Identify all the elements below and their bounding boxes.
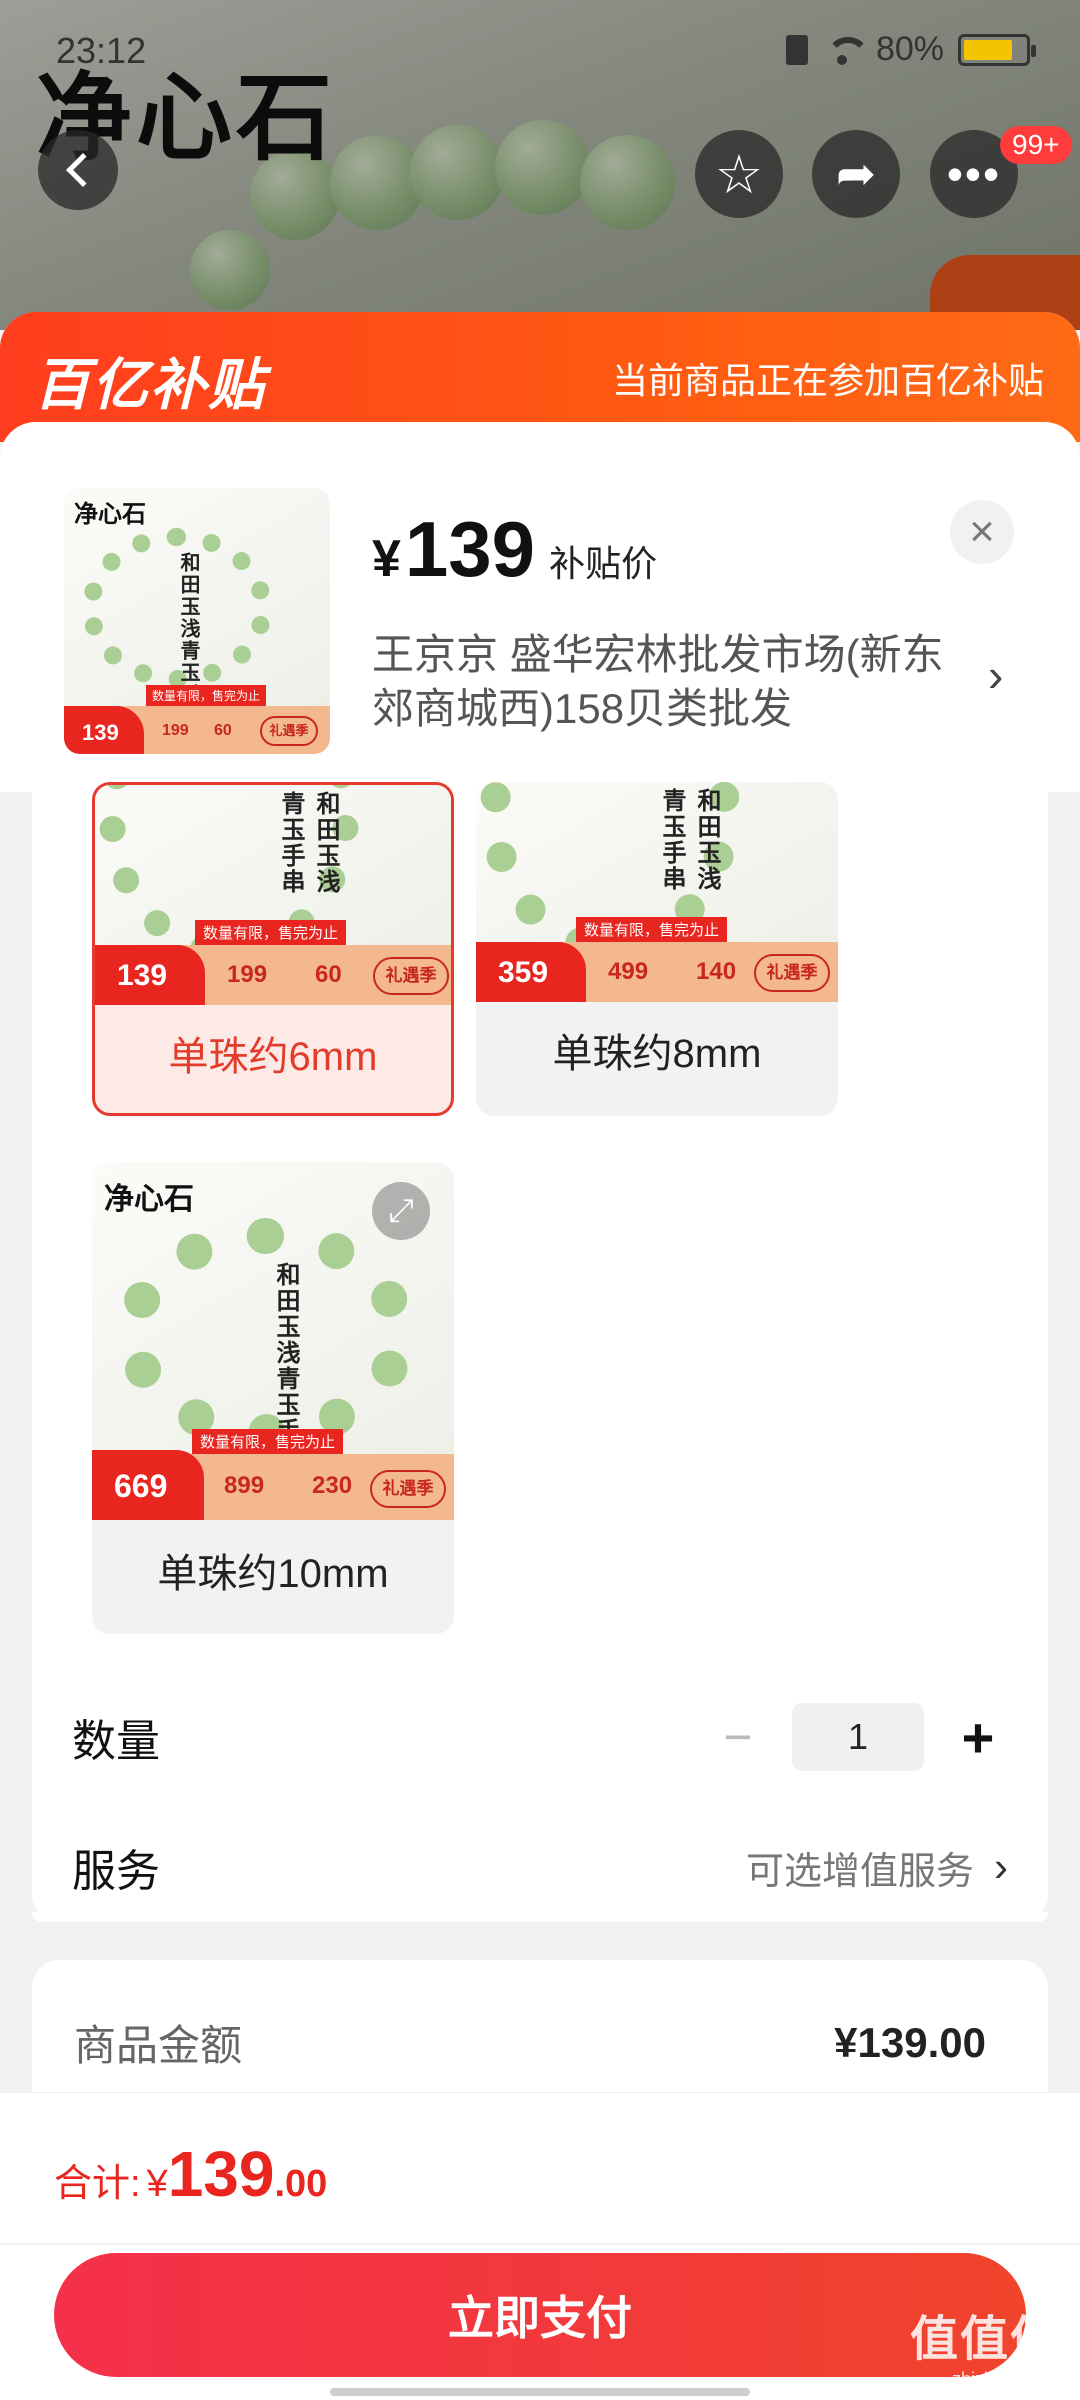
image-gift-tag: 礼遇季 — [373, 957, 449, 995]
watermark-url: zhizhizhi.com — [951, 2369, 1060, 2389]
image-price: 139 — [64, 706, 144, 754]
status-time: 23:12 — [56, 30, 147, 71]
shipping-address[interactable]: 王京京 盛华宏林批发市场(新东郊商城西)158贝类批发 — [372, 628, 972, 736]
image-brand-logo: 净心石 — [74, 499, 146, 528]
image-brand-logo: 净心石 — [104, 1182, 194, 1217]
status-icons: 80% — [785, 30, 1036, 69]
image-price: 139 — [95, 945, 205, 1005]
subsidy-banner-text: 当前商品正在参加百亿补贴 — [611, 360, 1044, 401]
share-button[interactable]: ➦ — [812, 130, 900, 218]
quantity-row: 数量 − 1 + — [72, 1692, 1008, 1782]
bracelet-graphic — [116, 1218, 416, 1450]
star-icon: ☆ — [714, 144, 764, 205]
image-title: 和田玉浅青玉手串 — [658, 788, 720, 892]
close-icon: × — [969, 507, 995, 556]
home-indicator[interactable] — [330, 2388, 750, 2396]
image-gift-tag: 礼遇季 — [260, 716, 318, 746]
share-icon: ➦ — [835, 148, 877, 201]
option-image: 净心石 和田玉浅青玉手串 数量有限，售完为止 669 899 230 礼遇季 ⤢ — [92, 1162, 454, 1520]
product-image: 净心石 和田玉浅青玉手串 数量有限，售完为止 139 199 60 礼遇季 — [64, 488, 330, 754]
service-selector[interactable]: 可选增值服务 › — [746, 1840, 1008, 1895]
image-price: 359 — [476, 942, 586, 1002]
total-decimal: .00 — [274, 2163, 328, 2205]
image-saving: 60 — [214, 722, 232, 739]
image-saving: 60 — [315, 961, 342, 988]
subsidy-logo: 百亿补贴 — [34, 353, 266, 416]
back-button[interactable] — [38, 130, 118, 210]
total-price: 合计: ¥ 139 .00 — [54, 2137, 327, 2211]
option-label: 单珠约6mm — [168, 1035, 378, 1079]
price-symbol: ¥ — [372, 530, 401, 588]
total-label: 合计: — [54, 2163, 141, 2205]
service-label: 服务 — [72, 1847, 160, 1896]
price-row: ¥ 139 补贴价 — [372, 504, 657, 595]
decrement-button[interactable]: − — [708, 1708, 768, 1766]
wifi-icon — [822, 35, 870, 65]
option-label: 单珠约10mm — [157, 1552, 389, 1596]
option-image: 和田玉浅青玉手串 数量有限，售完为止 139 199 60 礼遇季 — [95, 785, 451, 1005]
option-label: 单珠约8mm — [552, 1032, 762, 1076]
pay-now-button[interactable]: 立即支付 — [54, 2253, 1026, 2377]
image-daily-price: 199 — [227, 961, 268, 988]
image-gift-tag: 礼遇季 — [754, 954, 830, 992]
image-price: 669 — [92, 1450, 204, 1520]
chevron-right-icon: › — [994, 1843, 1008, 1890]
close-button[interactable]: × — [950, 500, 1014, 564]
option-8mm[interactable]: 和田玉浅青玉手串 数量有限，售完为止 359 499 140 礼遇季 单珠约8m… — [476, 782, 838, 1116]
notification-badge: 99+ — [1000, 126, 1072, 164]
total-integer: 139 — [167, 2138, 275, 2210]
image-gift-tag: 礼遇季 — [370, 1470, 446, 1508]
battery-icon — [958, 33, 1036, 66]
image-daily-price: 499 — [608, 958, 649, 985]
product-image: 和田玉浅青玉手串 数量有限，售完为止 359 499 140 礼遇季 — [476, 782, 838, 1002]
option-6mm[interactable]: 和田玉浅青玉手串 数量有限，售完为止 139 199 60 礼遇季 单珠约6mm — [92, 782, 454, 1116]
price-label: 补贴价 — [549, 543, 658, 584]
image-title: 和田玉浅青玉手串 — [277, 791, 339, 895]
image-limit-text: 数量有限，售完为止 — [195, 920, 347, 945]
checkout-footer: 合计: ¥ 139 .00 立即支付 值值值 zhizhizhi.com — [0, 2092, 1080, 2400]
sim-icon — [785, 34, 808, 65]
image-limit-text: 数量有限，售完为止 — [576, 917, 728, 942]
quantity-input[interactable]: 1 — [792, 1703, 924, 1771]
watermark-logo: 值值值 — [909, 2313, 1060, 2366]
image-daily-price: 899 — [224, 1472, 265, 1499]
quantity-label: 数量 — [72, 1717, 160, 1766]
product-image: 和田玉浅青玉手串 数量有限，售完为止 139 199 60 礼遇季 — [95, 785, 451, 1005]
chevron-right-icon[interactable]: › — [988, 648, 1003, 702]
image-limit-text: 数量有限，售完为止 — [192, 1429, 344, 1454]
image-limit-text: 数量有限，售完为止 — [146, 685, 267, 706]
favorite-button[interactable]: ☆ — [695, 130, 783, 218]
more-icon: ••• — [946, 148, 1002, 200]
expand-icon[interactable]: ⤢ — [372, 1182, 430, 1240]
option-10mm[interactable]: 净心石 和田玉浅青玉手串 数量有限，售完为止 669 899 230 礼遇季 ⤢… — [92, 1162, 454, 1634]
divider — [0, 2243, 1080, 2245]
option-image: 和田玉浅青玉手串 数量有限，售完为止 359 499 140 礼遇季 — [476, 782, 838, 1002]
battery-percent: 80% — [875, 30, 944, 68]
increment-button[interactable]: + — [948, 1705, 1008, 1770]
product-header: 净心石 和田玉浅青玉手串 数量有限，售完为止 139 199 60 礼遇季 ¥ … — [0, 422, 1080, 792]
amount-value: ¥139.00 — [834, 2018, 986, 2066]
product-card: 净心石 和田玉浅青玉手串 数量有限，售完为止 139 199 60 礼遇季 ¥ … — [0, 422, 1080, 792]
image-daily-price: 199 — [162, 722, 189, 739]
service-value: 可选增值服务 — [745, 1850, 974, 1893]
product-thumbnail[interactable]: 净心石 和田玉浅青玉手串 数量有限，售完为止 139 199 60 礼遇季 — [64, 488, 330, 754]
status-bar: 23:12 80% — [0, 0, 1080, 100]
service-row[interactable]: 服务 可选增值服务 › — [72, 1822, 1008, 1912]
price-value: 139 — [404, 505, 536, 593]
image-saving: 140 — [696, 958, 737, 985]
quantity-stepper: − 1 + — [708, 1703, 1008, 1771]
amount-row: 商品金额 ¥139.00 — [74, 2012, 986, 2073]
watermark: 值值值 zhizhizhi.com — [910, 2299, 1060, 2390]
chevron-left-icon — [66, 153, 100, 187]
amount-label: 商品金额 — [74, 2022, 243, 2069]
image-saving: 230 — [312, 1472, 353, 1499]
total-symbol: ¥ — [146, 2163, 168, 2205]
